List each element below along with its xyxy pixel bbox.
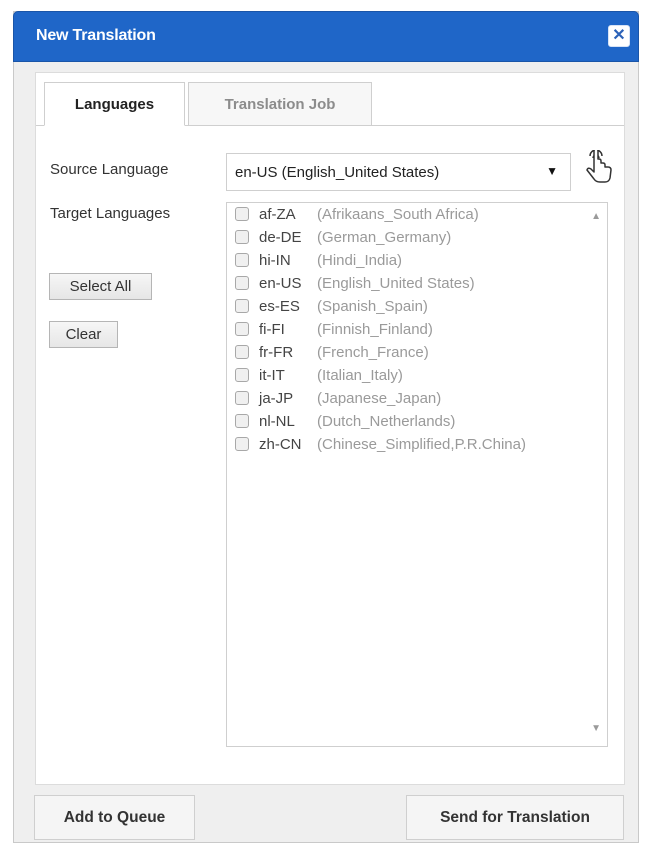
tab-languages[interactable]: Languages: [44, 82, 185, 126]
list-item[interactable]: en-US (English_United States): [235, 273, 475, 293]
language-code: af-ZA: [259, 205, 296, 223]
close-icon: ✕: [612, 27, 626, 44]
language-name: (French_France): [317, 343, 429, 361]
language-checkbox[interactable]: [235, 437, 249, 451]
language-name: (Afrikaans_South Africa): [317, 205, 479, 223]
list-item[interactable]: it-IT (Italian_Italy): [235, 365, 403, 385]
chevron-down-icon: ▼: [546, 164, 558, 178]
new-translation-dialog: New Translation ✕ Languages Translation …: [13, 11, 639, 843]
language-checkbox[interactable]: [235, 368, 249, 382]
language-name: (Chinese_Simplified,P.R.China): [317, 435, 526, 453]
language-code: it-IT: [259, 366, 285, 384]
language-code: zh-CN: [259, 435, 302, 453]
language-code: fr-FR: [259, 343, 294, 361]
language-checkbox[interactable]: [235, 414, 249, 428]
tab-translation-job[interactable]: Translation Job: [188, 82, 372, 126]
target-languages-label: Target Languages: [50, 205, 171, 222]
source-language-value: en-US (English_United States): [235, 163, 440, 181]
language-code: es-ES: [259, 297, 300, 315]
language-code: en-US: [259, 274, 302, 292]
scroll-down-arrow-icon[interactable]: ▼: [591, 723, 601, 734]
language-name: (Hindi_India): [317, 251, 403, 269]
dialog-titlebar: New Translation ✕: [13, 11, 639, 62]
select-all-button[interactable]: Select All: [49, 273, 152, 300]
hand-pointer-icon[interactable]: [578, 150, 614, 190]
language-checkbox[interactable]: [235, 299, 249, 313]
language-checkbox[interactable]: [235, 207, 249, 221]
language-checkbox[interactable]: [235, 230, 249, 244]
send-for-translation-button[interactable]: Send for Translation: [406, 795, 624, 840]
language-name: (Dutch_Netherlands): [317, 412, 456, 430]
language-name: (English_United States): [317, 274, 475, 292]
language-name: (Italian_Italy): [317, 366, 403, 384]
tab-strip: Languages Translation Job: [36, 73, 624, 133]
language-checkbox[interactable]: [235, 276, 249, 290]
list-item[interactable]: nl-NL (Dutch_Netherlands): [235, 411, 455, 431]
language-name: (Japanese_Japan): [317, 389, 442, 407]
languages-panel: Languages Translation Job Source Languag…: [35, 72, 625, 785]
close-button[interactable]: ✕: [608, 25, 630, 47]
language-name: (Finnish_Finland): [317, 320, 433, 338]
language-code: de-DE: [259, 228, 302, 246]
target-languages-list[interactable]: ▲ ▼ af-ZA (Afrikaans_South Africa) de-DE…: [226, 202, 608, 747]
list-item[interactable]: fi-FI (Finnish_Finland): [235, 319, 433, 339]
language-code: fi-FI: [259, 320, 285, 338]
language-code: hi-IN: [259, 251, 291, 269]
list-item[interactable]: zh-CN (Chinese_Simplified,P.R.China): [235, 434, 526, 454]
list-item[interactable]: fr-FR (French_France): [235, 342, 429, 362]
list-item[interactable]: ja-JP (Japanese_Japan): [235, 388, 441, 408]
language-checkbox[interactable]: [235, 253, 249, 267]
language-checkbox[interactable]: [235, 391, 249, 405]
language-name: (Spanish_Spain): [317, 297, 428, 315]
language-code: nl-NL: [259, 412, 295, 430]
list-item[interactable]: af-ZA (Afrikaans_South Africa): [235, 204, 479, 224]
language-code: ja-JP: [259, 389, 294, 407]
list-item[interactable]: de-DE (German_Germany): [235, 227, 451, 247]
dialog-title: New Translation: [36, 27, 156, 44]
source-language-label: Source Language: [50, 161, 169, 178]
add-to-queue-button[interactable]: Add to Queue: [34, 795, 195, 840]
language-name: (German_Germany): [317, 228, 452, 246]
source-language-select[interactable]: en-US (English_United States) ▼: [226, 153, 571, 191]
scroll-up-arrow-icon[interactable]: ▲: [591, 211, 601, 222]
list-item[interactable]: es-ES (Spanish_Spain): [235, 296, 428, 316]
language-checkbox[interactable]: [235, 322, 249, 336]
clear-button[interactable]: Clear: [49, 321, 118, 348]
list-item[interactable]: hi-IN (Hindi_India): [235, 250, 402, 270]
language-checkbox[interactable]: [235, 345, 249, 359]
